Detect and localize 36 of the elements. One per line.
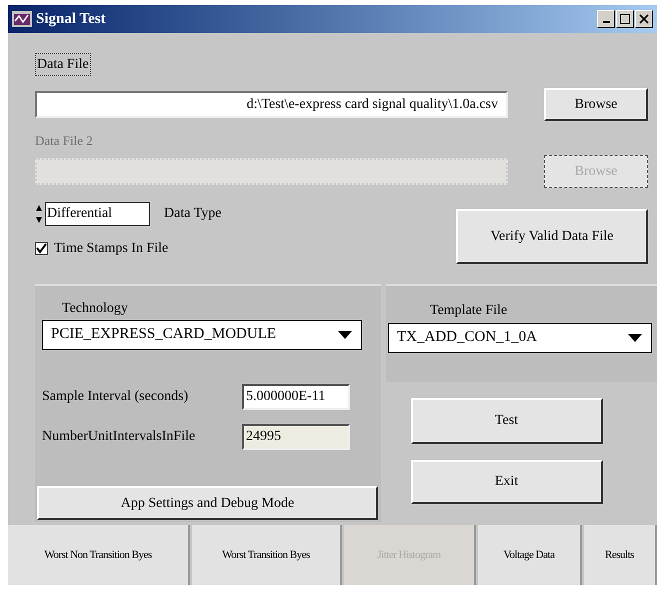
tab[interactable]: Worst Non Transition Byes bbox=[8, 525, 190, 585]
settings-button[interactable]: App Settings and Debug Mode bbox=[37, 486, 378, 520]
time-stamps-label: Time Stamps In File bbox=[54, 240, 168, 258]
checkmark-icon bbox=[36, 242, 47, 254]
data-type-field[interactable]: Differential bbox=[45, 202, 150, 226]
maximize-button[interactable] bbox=[616, 10, 634, 28]
dropdown-arrow-icon bbox=[627, 332, 643, 342]
data-file-2-label: Data File 2 bbox=[35, 132, 94, 150]
technology-label: Technology bbox=[62, 300, 129, 318]
minimize-icon bbox=[602, 21, 610, 23]
data-file-field[interactable]: d:\Test\e-express card signal quality\1.0a.csv bbox=[35, 91, 508, 118]
spinner-arrows-icon[interactable] bbox=[35, 202, 43, 224]
app-icon bbox=[12, 11, 32, 27]
unit-intervals-label: NumberUnitIntervalsInFile bbox=[42, 428, 196, 446]
tab[interactable]: Worst Transition Byes bbox=[192, 525, 342, 585]
sample-interval-label: Sample Interval (seconds) bbox=[42, 388, 190, 406]
data-file-label: Data File bbox=[35, 53, 91, 76]
checkbox[interactable] bbox=[35, 242, 48, 254]
template-dropdown[interactable]: TX_ADD_CON_1_0A bbox=[388, 322, 652, 352]
dropdown-arrow-icon bbox=[337, 330, 353, 340]
tab[interactable]: Results bbox=[584, 525, 657, 585]
exit-button[interactable]: Exit bbox=[410, 460, 602, 504]
close-icon bbox=[639, 14, 649, 24]
tab[interactable]: Voltage Data bbox=[478, 525, 582, 585]
unit-intervals-field[interactable]: 24995 bbox=[242, 424, 350, 450]
test-button[interactable]: Test bbox=[410, 398, 602, 444]
minimize-button[interactable] bbox=[597, 10, 615, 28]
window-title: Signal Test bbox=[36, 10, 107, 29]
maximize-icon bbox=[620, 14, 630, 24]
technology-dropdown[interactable]: PCIE_EXPRESS_CARD_MODULE bbox=[42, 320, 362, 350]
data-type-label: Data Type bbox=[164, 205, 222, 223]
template-file-label: Template File bbox=[430, 302, 508, 318]
browse-button[interactable]: Browse bbox=[544, 88, 648, 121]
sample-interval-field[interactable]: 5.000000E-11 bbox=[242, 384, 350, 410]
close-button[interactable] bbox=[635, 10, 653, 28]
verify-button[interactable]: Verify Valid Data File bbox=[456, 208, 648, 264]
